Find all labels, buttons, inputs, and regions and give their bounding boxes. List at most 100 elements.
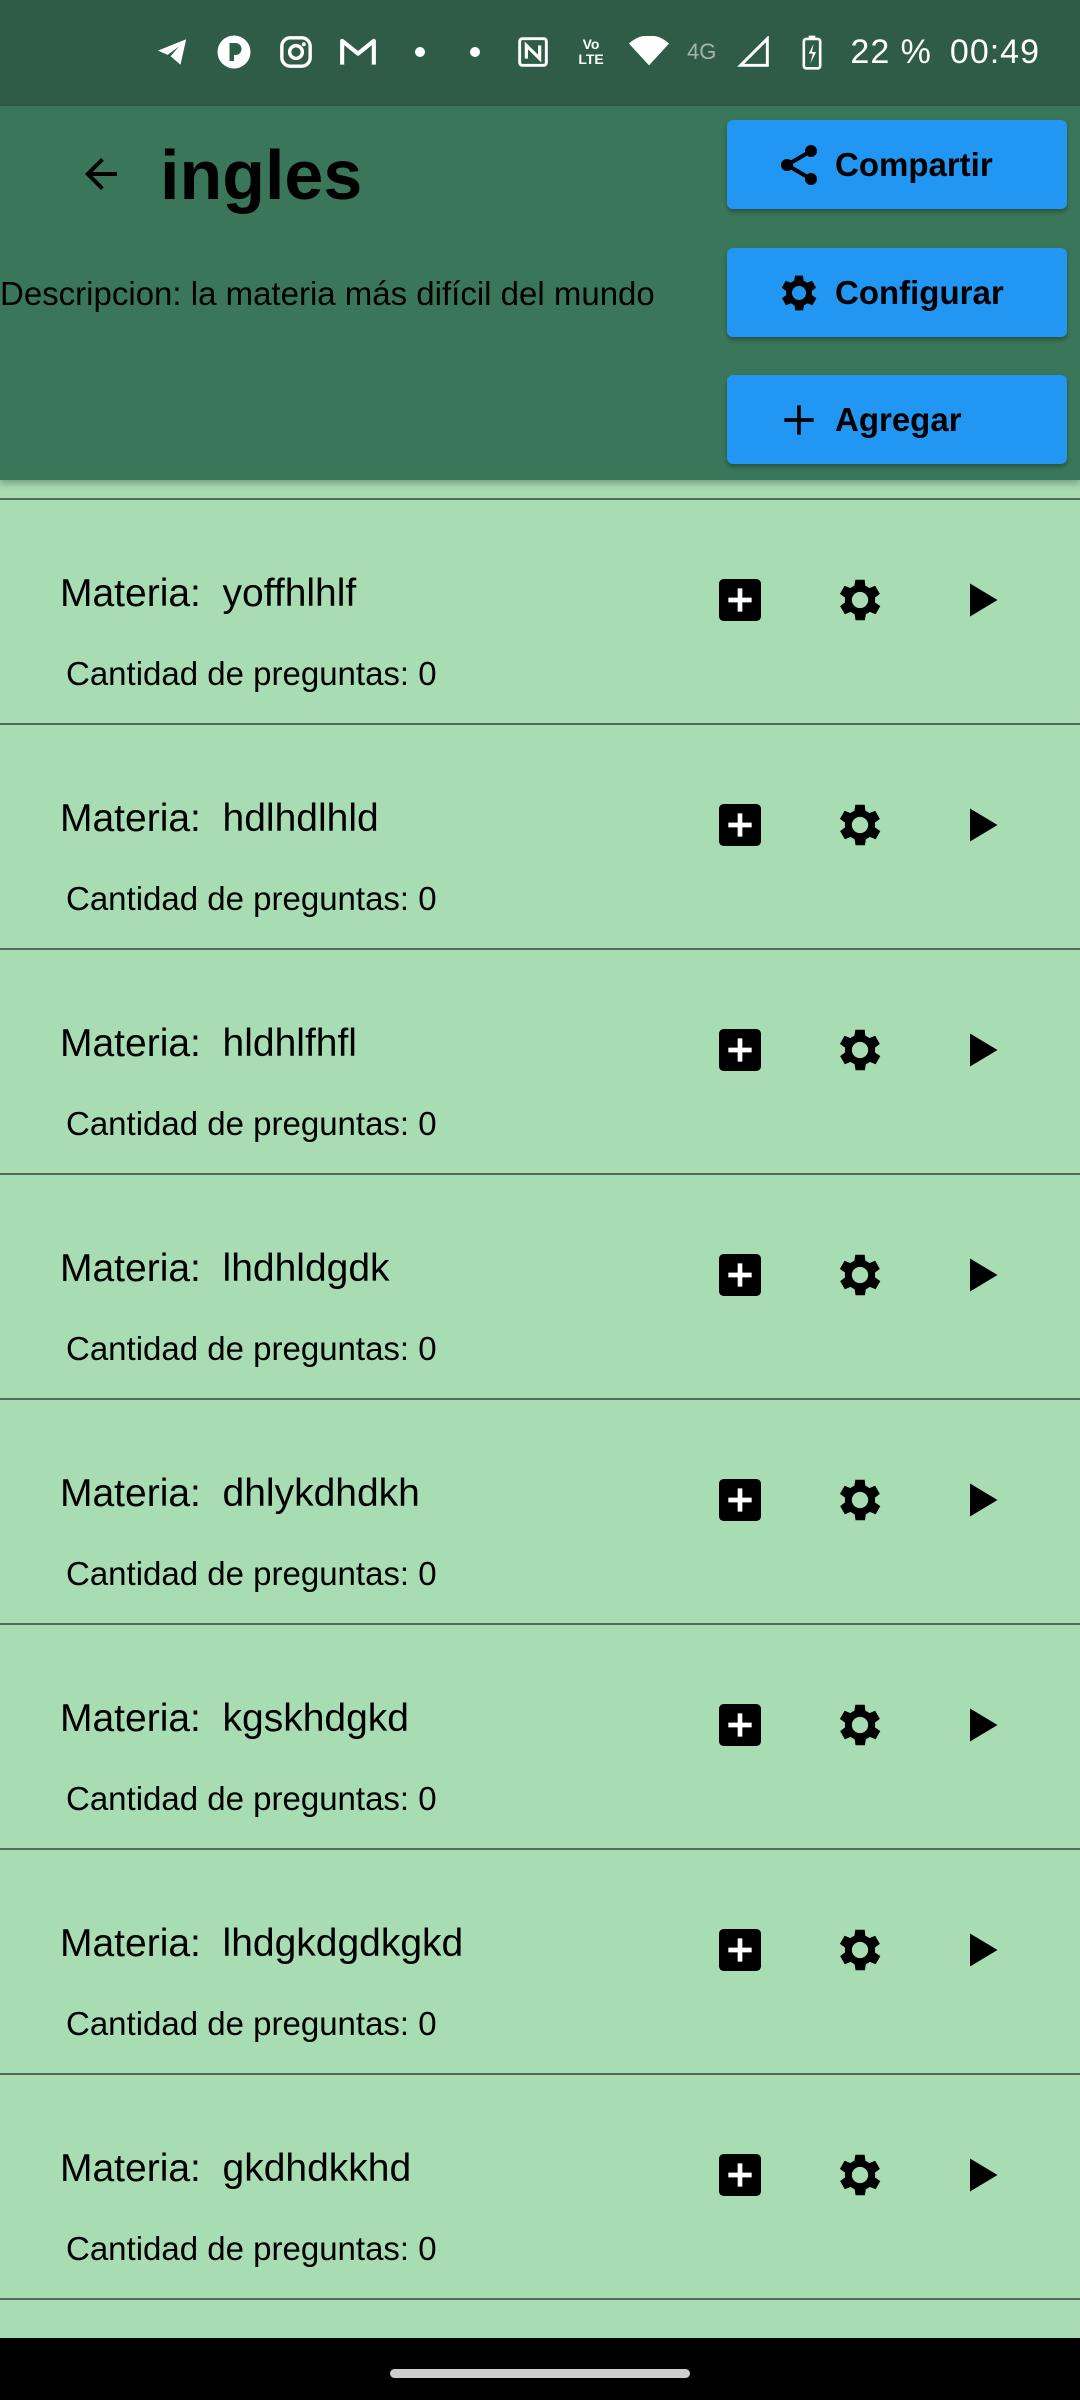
- signal-icon: [734, 30, 774, 74]
- question-count: Cantidad de preguntas: 0: [66, 1105, 437, 1142]
- gmail-icon: [338, 30, 378, 74]
- play-icon: [959, 2153, 1003, 2202]
- play-button[interactable]: [946, 567, 1016, 637]
- add-question-button[interactable]: [705, 1917, 775, 1987]
- add-box-icon: [712, 797, 768, 858]
- play-button[interactable]: [946, 1242, 1016, 1312]
- subject-title: Materia: kgskhdgkd: [60, 1697, 410, 1740]
- play-icon: [959, 803, 1003, 852]
- play-icon: [959, 1928, 1003, 1977]
- share-button[interactable]: Compartir: [727, 120, 1067, 209]
- plus-icon: [773, 394, 825, 446]
- add-question-button[interactable]: [705, 1692, 775, 1762]
- gear-icon: [832, 1247, 888, 1308]
- instagram-icon: [276, 30, 316, 74]
- play-button[interactable]: [946, 2142, 1016, 2212]
- home-gesture-handle[interactable]: [390, 2369, 690, 2378]
- gear-icon: [832, 572, 888, 633]
- subject-settings-button[interactable]: [825, 1467, 895, 1537]
- list-item[interactable]: Materia: dhlykdhdkh Cantidad de preguntas…: [0, 1400, 1080, 1625]
- back-button[interactable]: [70, 145, 132, 207]
- subject-title: Materia: lhdhldgdk: [60, 1247, 390, 1290]
- add-question-button[interactable]: [705, 1242, 775, 1312]
- list-item[interactable]: Materia: kgskhdgkd Cantidad de preguntas:…: [0, 1625, 1080, 1850]
- subject-settings-button[interactable]: [825, 567, 895, 637]
- subject-list[interactable]: Materia: yoffhlhlf Cantidad de preguntas:…: [0, 480, 1080, 2300]
- play-icon: [959, 1478, 1003, 1527]
- add-box-icon: [712, 1922, 768, 1983]
- play-button[interactable]: [946, 1017, 1016, 1087]
- add-question-button[interactable]: [705, 567, 775, 637]
- battery-level: 22 %: [850, 32, 932, 71]
- add-box-icon: [712, 1022, 768, 1083]
- battery-charging-icon: [792, 30, 832, 74]
- add-button[interactable]: Agregar: [727, 375, 1067, 464]
- add-box-icon: [712, 2147, 768, 2208]
- question-count: Cantidad de preguntas: 0: [66, 880, 437, 917]
- subject-settings-button[interactable]: [825, 1242, 895, 1312]
- page-description: Descripcion: la materia más difícil del …: [0, 275, 655, 312]
- question-count: Cantidad de preguntas: 0: [66, 2230, 437, 2267]
- clock: 00:49: [949, 32, 1040, 71]
- play-button[interactable]: [946, 1917, 1016, 1987]
- subject-title: Materia: lhdgkdgdkgkd: [60, 1922, 464, 1965]
- gear-icon: [832, 1697, 888, 1758]
- play-button[interactable]: [946, 792, 1016, 862]
- list-item[interactable]: Materia: lhdgkdgdkgkd Cantidad de pregunt…: [0, 1850, 1080, 2075]
- question-count: Cantidad de preguntas: 0: [66, 1330, 437, 1367]
- telegram-icon: [152, 30, 192, 74]
- configure-button-label: Configurar: [835, 273, 1004, 311]
- question-count: Cantidad de preguntas: 0: [66, 1780, 437, 1817]
- nfc-icon: [513, 30, 553, 74]
- play-icon: [959, 1028, 1003, 1077]
- subject-settings-button[interactable]: [825, 1017, 895, 1087]
- list-item[interactable]: Materia: yoffhlhlf Cantidad de preguntas:…: [0, 500, 1080, 725]
- share-icon: [773, 139, 825, 191]
- subject-settings-button[interactable]: [825, 2142, 895, 2212]
- subject-title: Materia: dhlykdhdkh: [60, 1472, 420, 1515]
- subject-title: Materia: gkdhdkkhd: [60, 2147, 412, 2190]
- gear-icon: [832, 1022, 888, 1083]
- volte-icon: Vo LTE: [571, 30, 611, 74]
- subject-settings-button[interactable]: [825, 1917, 895, 1987]
- gear-icon: [773, 267, 825, 319]
- subject-title: Materia: hldhlfhfl: [60, 1022, 357, 1065]
- play-button[interactable]: [946, 1467, 1016, 1537]
- status-system-icons: Vo LTE 4G 22 % 00:49: [455, 30, 1040, 74]
- app-icon: [214, 30, 254, 74]
- list-item[interactable]: Materia: hdlhdlhld Cantidad de preguntas:…: [0, 725, 1080, 950]
- list-item[interactable]: Materia: gkdhdkkhd Cantidad de preguntas:…: [0, 2075, 1080, 2300]
- subject-settings-button[interactable]: [825, 792, 895, 862]
- question-count: Cantidad de preguntas: 0: [66, 2005, 437, 2042]
- gear-icon: [832, 1472, 888, 1533]
- question-count: Cantidad de preguntas: 0: [66, 655, 437, 692]
- volte-bottom-label: LTE: [578, 51, 604, 67]
- app-header: ingles Descripcion: la materia más difíc…: [0, 106, 1080, 480]
- add-question-button[interactable]: [705, 792, 775, 862]
- play-button[interactable]: [946, 1692, 1016, 1762]
- add-button-label: Agregar: [835, 400, 962, 438]
- add-question-button[interactable]: [705, 2142, 775, 2212]
- configure-button[interactable]: Configurar: [727, 248, 1067, 337]
- network-type: 4G: [687, 39, 717, 64]
- page-title: ingles: [160, 136, 363, 214]
- list-item[interactable]: Materia: hldhlfhfl Cantidad de preguntas:…: [0, 950, 1080, 1175]
- list-item[interactable]: Materia: lhdhldgdk Cantidad de preguntas:…: [0, 1175, 1080, 1400]
- question-count: Cantidad de preguntas: 0: [66, 1555, 437, 1592]
- gear-icon: [832, 797, 888, 858]
- subject-title: Materia: yoffhlhlf: [60, 572, 357, 615]
- wifi-icon: [629, 30, 670, 74]
- gear-icon: [832, 2147, 888, 2208]
- arrow-back-icon: [77, 150, 125, 203]
- add-question-button[interactable]: [705, 1467, 775, 1537]
- volte-top-label: Vo: [582, 36, 600, 52]
- subject-title: Materia: hdlhdlhld: [60, 797, 379, 840]
- status-bar: Vo LTE 4G 22 % 00:49: [0, 0, 1080, 106]
- share-button-label: Compartir: [835, 145, 993, 183]
- add-question-button[interactable]: [705, 1017, 775, 1087]
- play-icon: [959, 1253, 1003, 1302]
- add-box-icon: [712, 1247, 768, 1308]
- dot-icon: [400, 30, 440, 74]
- subject-settings-button[interactable]: [825, 1692, 895, 1762]
- dot-icon: [455, 30, 495, 74]
